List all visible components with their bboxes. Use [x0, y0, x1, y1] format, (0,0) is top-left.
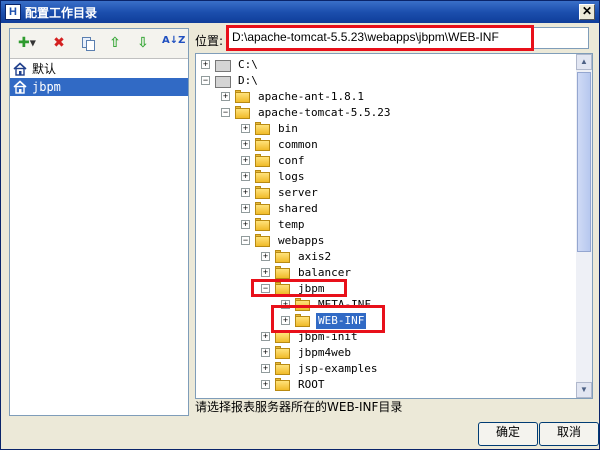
tree-node-label: jbpm: [298, 282, 325, 295]
expand-icon[interactable]: +: [281, 300, 290, 309]
tree-node-label: bin: [278, 122, 298, 135]
dialog-window: H 配置工作目录 ✕ ✚▼ ✖ ⇧ ⇩ A↓Z 默认 jbpm 位置: D:\a…: [0, 0, 600, 450]
tree-node-label: server: [278, 186, 318, 199]
sort-button[interactable]: A↓Z: [162, 35, 186, 53]
window-title: 配置工作目录: [25, 6, 98, 20]
tree-node-label: jbpm-init: [298, 330, 358, 343]
workspace-item-default[interactable]: 默认: [10, 60, 188, 78]
green-down-arrow-icon: ⇩: [137, 35, 149, 51]
close-button[interactable]: ✕: [579, 4, 595, 20]
expand-icon[interactable]: +: [261, 268, 270, 277]
tree-node-label: apache-ant-1.8.1: [258, 90, 364, 103]
tree-node-label: C:\: [238, 58, 258, 71]
tree-node-label: META-INF: [318, 298, 371, 311]
cancel-button[interactable]: 取消: [539, 422, 599, 446]
expand-icon[interactable]: +: [261, 348, 270, 357]
folder-icon: [255, 218, 270, 231]
dropdown-caret-icon: ▼: [29, 38, 36, 48]
tree-node-label: jbpm4web: [298, 346, 351, 359]
folder-icon: [275, 266, 290, 279]
tree-node-label: apache-tomcat-5.5.23: [258, 106, 391, 119]
folder-icon: [255, 170, 270, 183]
tree-node-label: temp: [278, 218, 305, 231]
tree-node-label: webapps: [278, 234, 325, 247]
expand-icon[interactable]: +: [221, 92, 230, 101]
expand-icon[interactable]: +: [241, 124, 250, 133]
tree-node-label: shared: [278, 202, 318, 215]
tree-node-label: WEB-INF: [316, 313, 367, 329]
collapse-icon[interactable]: −: [241, 236, 250, 245]
directory-tree[interactable]: + C:\ − D:\ + apache-ant-1.8.1 − apache-tomcat-…: [195, 53, 593, 399]
folder-icon: [275, 362, 290, 375]
drive-icon: [215, 58, 231, 72]
workspace-panel: ✚▼ ✖ ⇧ ⇩ A↓Z 默认 jbpm: [9, 28, 189, 416]
workspace-label: jbpm: [32, 80, 61, 94]
plus-icon: ✚: [18, 35, 30, 51]
folder-icon: [255, 234, 270, 247]
folder-icon: [275, 282, 290, 295]
expand-icon[interactable]: +: [261, 364, 270, 373]
collapse-icon[interactable]: −: [261, 284, 270, 293]
expand-icon[interactable]: +: [241, 156, 250, 165]
green-up-arrow-icon: ⇧: [109, 35, 121, 51]
drive-icon: [215, 74, 231, 88]
folder-icon: [275, 378, 290, 391]
title-bar[interactable]: H 配置工作目录 ✕: [1, 1, 599, 23]
red-x-icon: ✖: [53, 35, 65, 51]
workspace-list: 默认 jbpm: [10, 60, 188, 96]
tree-node-label: logs: [278, 170, 305, 183]
expand-icon[interactable]: +: [261, 380, 270, 389]
workspace-toolbar: ✚▼ ✖ ⇧ ⇩ A↓Z: [10, 29, 188, 59]
home-icon: [13, 80, 27, 94]
collapse-icon[interactable]: −: [201, 76, 210, 85]
folder-icon: [295, 314, 310, 327]
folder-icon: [275, 250, 290, 263]
scroll-thumb[interactable]: [577, 72, 591, 252]
expand-icon[interactable]: +: [241, 140, 250, 149]
folder-icon: [255, 154, 270, 167]
az-sort-icon: A↓Z: [162, 35, 186, 46]
folder-icon: [255, 202, 270, 215]
tree-node-label: jsp-examples: [298, 362, 378, 375]
workspace-label: 默认: [32, 62, 57, 76]
ok-button[interactable]: 确定: [478, 422, 538, 446]
scroll-up-button[interactable]: ▲: [576, 54, 592, 70]
expand-icon[interactable]: +: [241, 188, 250, 197]
folder-icon: [275, 346, 290, 359]
expand-icon[interactable]: +: [241, 204, 250, 213]
expand-icon[interactable]: +: [241, 172, 250, 181]
home-icon: [13, 62, 27, 76]
status-bar: 请选择报表服务器所在的WEB-INF目录: [195, 400, 403, 414]
folder-icon: [255, 138, 270, 151]
copy-button[interactable]: [78, 35, 96, 53]
folder-icon: [295, 298, 310, 311]
folder-icon: [255, 122, 270, 135]
location-input[interactable]: D:\apache-tomcat-5.5.23\webapps\jbpm\WEB…: [227, 27, 589, 49]
tree-node-label: conf: [278, 154, 305, 167]
tree-scrollbar[interactable]: ▲ ▼: [576, 54, 592, 398]
folder-icon: [275, 330, 290, 343]
expand-icon[interactable]: +: [261, 252, 270, 261]
workspace-item-jbpm[interactable]: jbpm: [10, 78, 188, 96]
folder-icon: [235, 106, 250, 119]
expand-icon[interactable]: +: [281, 316, 290, 325]
move-up-button[interactable]: ⇧: [106, 35, 124, 53]
folder-icon: [255, 186, 270, 199]
expand-icon[interactable]: +: [201, 60, 210, 69]
delete-button[interactable]: ✖: [50, 35, 68, 53]
scroll-down-button[interactable]: ▼: [576, 382, 592, 398]
location-label: 位置:: [195, 34, 224, 48]
app-icon: H: [5, 4, 21, 20]
expand-icon[interactable]: +: [241, 220, 250, 229]
tree-node-label: balancer: [298, 266, 351, 279]
collapse-icon[interactable]: −: [221, 108, 230, 117]
tree-node-label: common: [278, 138, 318, 151]
folder-icon: [235, 90, 250, 103]
tree-node-label: ROOT: [298, 378, 325, 391]
move-down-button[interactable]: ⇩: [134, 35, 152, 53]
add-button[interactable]: ✚▼: [14, 35, 40, 53]
tree-node-label: D:\: [238, 74, 258, 87]
expand-icon[interactable]: +: [261, 332, 270, 341]
tree-node-label: axis2: [298, 250, 332, 263]
